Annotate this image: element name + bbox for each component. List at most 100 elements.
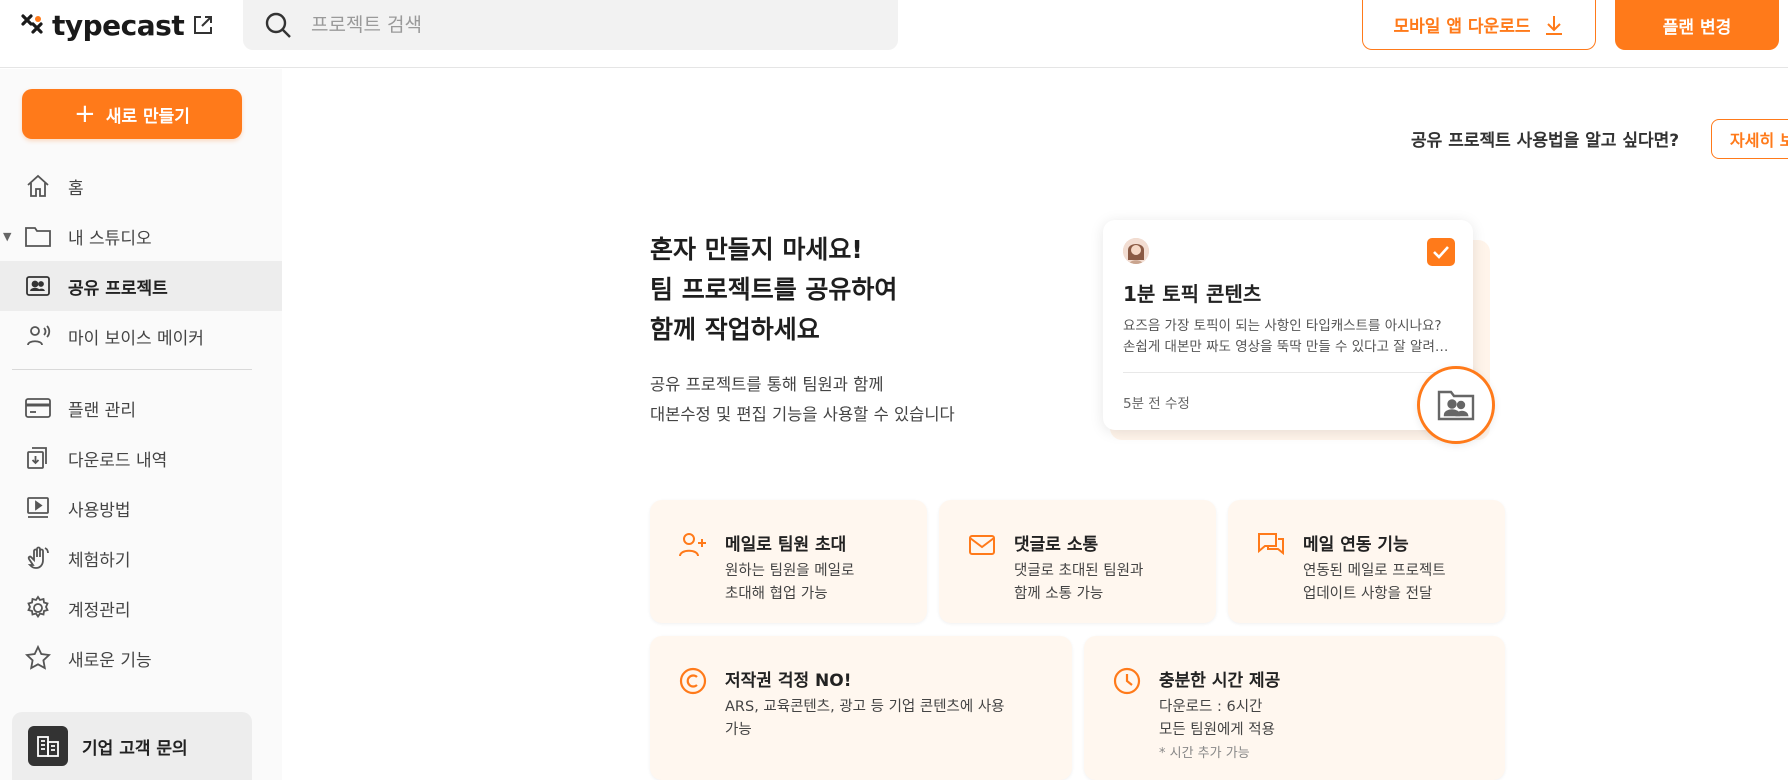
feature-description-line: 함께 소통 가능: [1014, 586, 1104, 602]
card-description: 요즈음 가장 토픽이 되는 사항인 타입캐스트를 아시나요? 손쉽게 대본만 짜…: [1123, 316, 1453, 358]
help-note: 공유 프로젝트 사용법을 알고 싶다면?: [1411, 131, 1680, 151]
sidebar-item-download-history[interactable]: 다운로드 내역: [0, 433, 282, 483]
sidebar-item-label: 사용방법: [68, 500, 131, 521]
copyright-icon: [679, 667, 707, 695]
create-new-label: 새로 만들기: [105, 106, 190, 127]
sidebar-item-label: 새로운 기능: [68, 650, 152, 671]
sidebar-divider: [12, 369, 252, 370]
feature-description: ARS, 교육콘텐츠, 광고 등 기업 콘텐츠에 사용 가능: [725, 696, 1005, 742]
add-user-icon: [679, 533, 706, 557]
search-bar[interactable]: [243, 0, 898, 50]
hero-title-line: 혼자 만들지 마세요!: [650, 235, 863, 264]
home-icon: [24, 172, 52, 200]
feature-comments: 댓글로 소통 댓글로 초대된 팀원과 함께 소통 가능: [939, 500, 1216, 623]
voice-maker-icon: [24, 322, 52, 350]
sidebar-item-my-studio[interactable]: ▼ 내 스튜디오: [0, 211, 282, 261]
card-description-line: 손쉽게 대본만 짜도 영상을 뚝딱 만들 수 있다고 잘 알려진 서비스입니다: [1123, 339, 1453, 355]
feature-mail-integration: 메일 연동 기능 연동된 메일로 프로젝트 업데이트 사항을 전달: [1228, 500, 1505, 623]
building-icon: [28, 726, 68, 766]
card-title: 1분 토픽 콘텐츠: [1123, 282, 1262, 306]
sidebar-item-label: 다운로드 내역: [68, 450, 168, 471]
gear-icon: [24, 594, 52, 622]
feature-description-line: 업데이트 사항을 전달: [1303, 586, 1433, 602]
sidebar-item-label: 홈: [68, 178, 84, 199]
hero-subtitle: 공유 프로젝트를 통해 팀원과 함께 대본수정 및 편집 기능을 사용할 수 있…: [650, 370, 955, 430]
feature-note: * 시간 추가 가능: [1159, 746, 1250, 761]
hero-title: 혼자 만들지 마세요! 팀 프로젝트를 공유하여 함께 작업하세요: [650, 230, 897, 350]
feature-description: 댓글로 초대된 팀원과 함께 소통 가능: [1014, 560, 1143, 606]
feature-description-line: 초대해 협업 가능: [725, 586, 828, 602]
mail-icon: [969, 535, 995, 555]
feature-description-line: 다운로드 : 6시간: [1159, 699, 1263, 715]
feature-title: 메일로 팀원 초대: [725, 535, 847, 555]
sidebar-item-shared-projects[interactable]: 공유 프로젝트: [0, 261, 282, 311]
star-icon: [24, 644, 52, 672]
feature-email-invite: 메일로 팀원 초대 원하는 팀원을 메일로 초대해 협업 가능: [650, 500, 927, 623]
sidebar-item-label: 마이 보이스 메이커: [68, 328, 204, 349]
feature-description: 원하는 팀원을 메일로 초대해 협업 가능: [725, 560, 854, 606]
enterprise-inquiry-button[interactable]: 기업 고객 문의: [12, 712, 252, 780]
plan-change-button[interactable]: 플랜 변경: [1615, 0, 1779, 50]
feature-title: 충분한 시간 제공: [1159, 671, 1281, 691]
create-new-button[interactable]: + 새로 만들기: [22, 89, 242, 139]
enterprise-inquiry-label: 기업 고객 문의: [82, 738, 188, 759]
feature-title: 메일 연동 기능: [1303, 535, 1409, 555]
logo-text: typecast: [52, 8, 185, 42]
sidebar-item-account-settings[interactable]: 계정관리: [0, 583, 282, 633]
feature-description-line: 댓글로 초대된 팀원과: [1014, 563, 1144, 579]
learn-more-button[interactable]: 자세히 보기: [1711, 119, 1788, 159]
feature-copyright-free: 저작권 걱정 NO! ARS, 교육콘텐츠, 광고 등 기업 콘텐츠에 사용 가…: [650, 636, 1072, 780]
mobile-app-download-label: 모바일 앱 다운로드: [1393, 17, 1531, 37]
sidebar-item-new-features[interactable]: 새로운 기능: [0, 633, 282, 683]
video-play-icon: [24, 494, 52, 522]
feature-enough-time: 충분한 시간 제공 다운로드 : 6시간 모든 팀원에게 적용 * 시간 추가 …: [1084, 636, 1505, 780]
shared-folder-badge: [1417, 366, 1495, 444]
folder-icon: [24, 222, 52, 250]
card-divider: [1123, 372, 1453, 373]
typecast-logo-icon: [21, 14, 43, 34]
external-link-icon[interactable]: [192, 14, 214, 36]
sidebar-item-my-voice-maker[interactable]: 마이 보이스 메이커: [0, 311, 282, 361]
sidebar-item-plan-management[interactable]: 플랜 관리: [0, 383, 282, 433]
shared-folder-icon: [1437, 390, 1475, 421]
sidebar: + 새로 만들기 홈 ▼ 내 스튜디오 공유 프로젝트 마이 보이스 메이커 플…: [0, 69, 282, 780]
chat-bubbles-icon: [1258, 533, 1284, 556]
card-description-line: 요즈음 가장 토픽이 되는 사항인 타입캐스트를 아시나요?: [1123, 318, 1442, 334]
feature-title: 댓글로 소통: [1014, 535, 1099, 555]
download-icon: [1546, 15, 1563, 35]
feature-description: 다운로드 : 6시간 모든 팀원에게 적용 * 시간 추가 가능: [1159, 696, 1275, 765]
feature-description-line: 모든 팀원에게 적용: [1159, 722, 1275, 738]
credit-card-icon: [24, 394, 52, 422]
top-header: typecast 모바일 앱 다운로드 플랜 변경: [0, 0, 1788, 68]
card-modified-time: 5분 전 수정: [1123, 396, 1190, 412]
sidebar-item-how-to-use[interactable]: 사용방법: [0, 483, 282, 533]
shared-folder-icon: [24, 272, 52, 300]
sidebar-item-label: 공유 프로젝트: [68, 278, 168, 299]
feature-description: 연동된 메일로 프로젝트 업데이트 사항을 전달: [1303, 560, 1446, 606]
hero-title-line: 팀 프로젝트를 공유하여: [650, 275, 898, 304]
hero-title-line: 함께 작업하세요: [650, 315, 820, 344]
mobile-app-download-button[interactable]: 모바일 앱 다운로드: [1362, 0, 1596, 50]
sidebar-item-label: 계정관리: [68, 600, 131, 621]
feature-description-line: ARS, 교육콘텐츠, 광고 등 기업 콘텐츠에 사용: [725, 699, 1005, 715]
download-history-icon: [24, 444, 52, 472]
sidebar-item-label: 플랜 관리: [68, 400, 136, 421]
plus-icon: +: [74, 99, 96, 129]
typecast-logo[interactable]: typecast: [20, 8, 185, 42]
hero-subtitle-line: 공유 프로젝트를 통해 팀원과 함께: [650, 375, 884, 394]
sidebar-item-home[interactable]: 홈: [0, 161, 282, 211]
checkbox-checked: [1427, 238, 1455, 266]
clock-icon: [1113, 667, 1141, 695]
hero-subtitle-line: 대본수정 및 편집 기능을 사용할 수 있습니다: [650, 405, 955, 424]
sidebar-item-label: 체험하기: [68, 550, 131, 571]
caret-down-icon[interactable]: ▼: [3, 230, 11, 243]
sidebar-item-label: 내 스튜디오: [68, 228, 152, 249]
feature-description-line: 연동된 메일로 프로젝트: [1303, 563, 1446, 579]
search-icon: [265, 12, 291, 38]
sidebar-item-try-it[interactable]: 체험하기: [0, 533, 282, 583]
search-input[interactable]: [311, 14, 871, 36]
feature-description-line: 가능: [725, 722, 752, 738]
feature-description-line: 원하는 팀원을 메일로: [725, 563, 855, 579]
feature-title: 저작권 걱정 NO!: [725, 671, 852, 691]
hand-wave-icon: [24, 544, 52, 572]
